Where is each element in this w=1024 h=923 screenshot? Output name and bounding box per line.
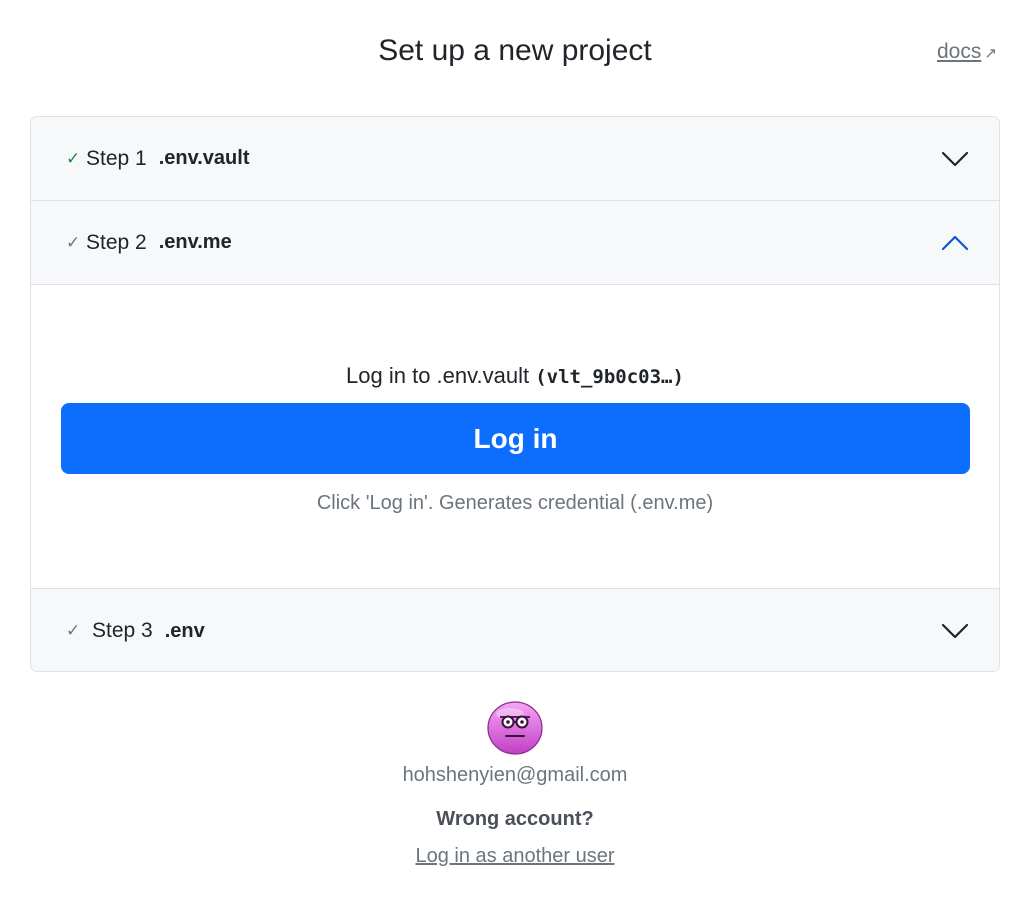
step-1-name: .env.vault (158, 147, 250, 169)
step-3-header[interactable]: ✓ Step 3 .env (31, 589, 999, 671)
chevron-down-icon[interactable] (941, 622, 969, 640)
login-help-text: Click 'Log in'. Generates credential (.e… (316, 492, 714, 514)
page-title: Set up a new project (378, 34, 652, 67)
wrong-account-label: Wrong account? (436, 808, 594, 830)
external-link-icon: ↗ (984, 45, 997, 62)
check-icon: ✓ (66, 232, 81, 252)
account-email: hohshenyien@gmail.com (402, 764, 628, 786)
avatar (487, 701, 543, 755)
step-1-label: Step 1 (86, 146, 147, 170)
chevron-up-icon[interactable] (941, 234, 969, 252)
step-2-label: Step 2 (86, 230, 147, 254)
login-prompt: Log in to .env.vault (vlt_9b0c03…) (31, 363, 999, 389)
chevron-down-icon[interactable] (941, 150, 969, 168)
step-2-body: Log in to .env.vault (vlt_9b0c03…) Log i… (31, 285, 999, 589)
step-2-header[interactable]: ✓ Step 2 .env.me (31, 201, 999, 285)
vault-id: (vlt_9b0c03…) (535, 366, 684, 388)
step-3-label: Step 3 (92, 619, 153, 642)
check-icon: ✓ (66, 621, 81, 640)
step-3-name: .env (164, 619, 205, 642)
docs-link-label: docs (937, 40, 982, 63)
switch-account-link[interactable]: Log in as another user (415, 845, 614, 867)
login-button[interactable]: Log in (61, 403, 970, 474)
switch-account-link-wrap: Log in as another user (0, 845, 1024, 868)
login-prompt-text: Log in to .env.vault (346, 363, 530, 388)
docs-link[interactable]: docs ↗ (937, 40, 997, 64)
step-1-header[interactable]: ✓ Step 1 .env.vault (31, 117, 999, 201)
check-icon: ✓ (66, 148, 81, 168)
step-2-name: .env.me (158, 231, 232, 253)
setup-accordion: ✓ Step 1 .env.vault ✓ Step 2 .env.me Log… (30, 116, 1000, 672)
